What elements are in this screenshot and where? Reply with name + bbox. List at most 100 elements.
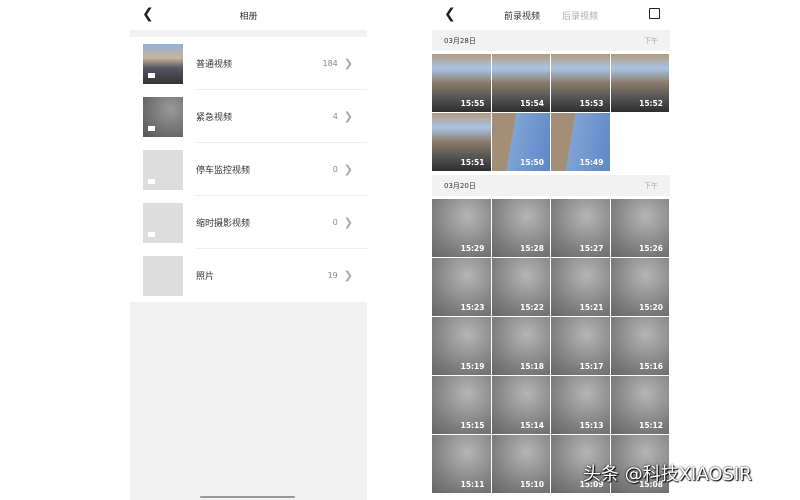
clip-time: 15:51 <box>460 158 485 167</box>
video-clip[interactable]: 15:14 <box>491 376 550 434</box>
date-header: 03月20日 下午 <box>432 175 670 196</box>
video-clip[interactable]: 15:10 <box>491 435 550 493</box>
clip-time: 15:18 <box>520 362 544 371</box>
album-thumbnail <box>143 255 183 296</box>
album-count: 4 <box>332 112 338 121</box>
album-thumbnail <box>143 202 183 243</box>
clip-grid: 15:29 15:28 15:27 15:26 15:23 15:22 15:21 15:20… <box>432 196 670 497</box>
home-indicator <box>200 496 295 498</box>
video-clip[interactable]: 15:29 <box>432 199 491 257</box>
clip-time: 15:52 <box>639 99 663 108</box>
clip-time: 15:26 <box>639 244 663 253</box>
clip-time: 15:29 <box>460 244 485 253</box>
chevron-right-icon: ❯ <box>343 57 353 70</box>
album-thumbnail <box>143 149 183 190</box>
clip-time: 15:13 <box>579 421 604 430</box>
page-title: 相册 <box>239 11 258 22</box>
clip-time: 15:28 <box>520 244 544 253</box>
album-item[interactable]: 照片 19 ❯ <box>130 249 367 302</box>
clip-time: 15:55 <box>460 99 485 108</box>
date-label: 03月20日 <box>444 181 476 190</box>
chevron-right-icon: ❯ <box>343 110 353 123</box>
video-clip[interactable]: 15:21 <box>551 258 610 316</box>
video-clip[interactable]: 15:50 <box>491 113 550 171</box>
clip-time: 15:19 <box>460 362 485 371</box>
clip-grid: 15:55 15:54 15:53 15:52 15:51 15:50 15:49 <box>432 51 670 175</box>
album-label: 紧急视频 <box>196 113 233 123</box>
clip-time: 15:10 <box>520 480 544 489</box>
back-icon[interactable]: ❮ <box>444 6 456 22</box>
chevron-right-icon: ❯ <box>343 163 353 176</box>
chevron-right-icon: ❯ <box>343 216 353 229</box>
album-label: 普通视频 <box>196 60 233 70</box>
video-clip[interactable]: 15:52 <box>610 54 669 112</box>
album-thumbnail <box>143 96 183 137</box>
clip-time: 15:54 <box>520 99 544 108</box>
video-clip[interactable]: 15:26 <box>610 199 669 257</box>
clip-time: 15:23 <box>460 303 485 312</box>
video-clip[interactable]: 15:49 <box>551 113 610 171</box>
album-count: 19 <box>327 271 338 280</box>
clip-time: 15:14 <box>520 421 544 430</box>
album-item[interactable]: 停车监控视频 0 ❯ <box>130 143 367 196</box>
clip-time: 15:12 <box>639 421 663 430</box>
album-label: 停车监控视频 <box>196 166 251 176</box>
video-camera-icon <box>148 231 155 237</box>
video-clip[interactable]: 15:11 <box>432 435 491 493</box>
chevron-right-icon: ❯ <box>343 269 353 282</box>
watermark: 头条 @科技XIAOSIR <box>583 464 752 485</box>
video-clip[interactable]: 15:51 <box>432 113 491 171</box>
clip-time: 15:21 <box>579 303 604 312</box>
video-clip[interactable]: 15:20 <box>610 258 669 316</box>
tab-front-video[interactable]: 前录视频 <box>504 9 540 22</box>
video-clip[interactable]: 15:18 <box>491 317 550 375</box>
period-label: 下午 <box>644 36 658 45</box>
album-header: ❮ 相册 <box>130 0 367 30</box>
album-count: 184 <box>322 59 338 68</box>
album-label: 照片 <box>196 272 215 282</box>
video-camera-icon <box>148 72 155 78</box>
video-clip[interactable]: 15:13 <box>551 376 610 434</box>
clip-time: 15:49 <box>579 158 604 167</box>
clip-time: 15:22 <box>520 303 544 312</box>
date-label: 03月28日 <box>444 36 476 45</box>
edit-icon[interactable] <box>649 8 660 19</box>
video-clip[interactable]: 15:28 <box>491 199 550 257</box>
video-clip[interactable]: 15:53 <box>551 54 610 112</box>
album-thumbnail <box>143 43 183 84</box>
clip-time: 15:27 <box>579 244 604 253</box>
video-camera-icon <box>148 125 155 131</box>
video-clip[interactable]: 15:19 <box>432 317 491 375</box>
clip-time: 15:11 <box>460 480 485 489</box>
tab-rear-video[interactable]: 后录视频 <box>562 9 598 22</box>
album-count: 0 <box>332 165 338 174</box>
back-icon[interactable]: ❮ <box>142 6 154 22</box>
video-panel: ❮ 前录视频 后录视频 03月28日 下午 15:55 15:54 15:53 15:52… <box>432 0 670 500</box>
video-clip[interactable]: 15:55 <box>432 54 491 112</box>
album-list: 普通视频 184 ❯ 紧急视频 4 ❯ 停车监控视频 0 ❯ 缩时摄影视频 0 … <box>130 37 367 302</box>
clip-time: 15:20 <box>639 303 663 312</box>
album-item[interactable]: 普通视频 184 ❯ <box>130 37 367 90</box>
album-panel: ❮ 相册 普通视频 184 ❯ 紧急视频 4 ❯ 停车监控视频 0 ❯ 缩时摄影… <box>130 0 367 500</box>
clip-time: 15:53 <box>579 99 604 108</box>
album-item[interactable]: 缩时摄影视频 0 ❯ <box>130 196 367 249</box>
album-label: 缩时摄影视频 <box>196 219 251 229</box>
clip-time: 15:50 <box>520 158 544 167</box>
video-camera-icon <box>148 178 155 184</box>
date-header: 03月28日 下午 <box>432 30 670 51</box>
clip-time: 15:16 <box>639 362 663 371</box>
video-clip[interactable]: 15:17 <box>551 317 610 375</box>
video-clip[interactable]: 15:23 <box>432 258 491 316</box>
period-label: 下午 <box>644 181 658 190</box>
video-header: ❮ 前录视频 后录视频 <box>432 0 670 30</box>
clip-time: 15:17 <box>579 362 604 371</box>
video-clip[interactable]: 15:12 <box>610 376 669 434</box>
video-clip[interactable]: 15:27 <box>551 199 610 257</box>
video-clip[interactable]: 15:54 <box>491 54 550 112</box>
clip-time: 15:15 <box>460 421 485 430</box>
album-count: 0 <box>332 218 338 227</box>
video-clip[interactable]: 15:15 <box>432 376 491 434</box>
video-clip[interactable]: 15:22 <box>491 258 550 316</box>
video-clip[interactable]: 15:16 <box>610 317 669 375</box>
album-item[interactable]: 紧急视频 4 ❯ <box>130 90 367 143</box>
